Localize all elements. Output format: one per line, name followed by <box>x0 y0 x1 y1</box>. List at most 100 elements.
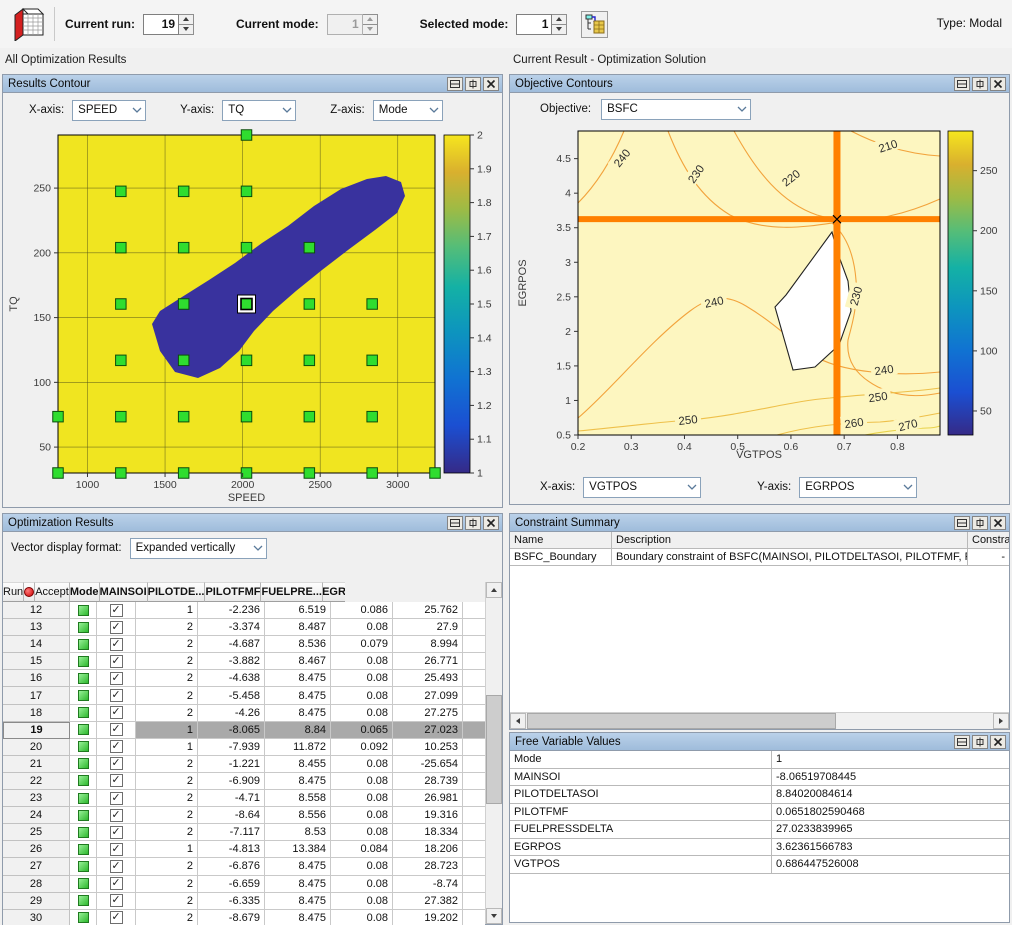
run-number-cell[interactable]: 20 <box>3 739 70 756</box>
objective-contour-chart[interactable]: 240230220210240230240250250260270 0.20.3… <box>510 125 1009 465</box>
scroll-right-icon[interactable] <box>993 713 1009 729</box>
design-point-marker[interactable] <box>304 411 315 422</box>
design-point-marker[interactable] <box>178 411 189 422</box>
undock-icon[interactable] <box>972 516 988 530</box>
accept-checkbox[interactable] <box>110 860 123 873</box>
dock-icon[interactable] <box>447 77 463 91</box>
run-number-cell[interactable]: 16 <box>3 670 70 687</box>
table-row[interactable]: 302-8.6798.4750.0819.202 <box>3 910 485 925</box>
table-row[interactable]: 282-6.6598.4750.08-8.74 <box>3 876 485 893</box>
run-number-cell[interactable]: 30 <box>3 910 70 925</box>
accept-checkbox[interactable] <box>110 774 123 787</box>
table-row[interactable]: 191-8.0658.840.06527.023 <box>3 722 485 739</box>
accept-checkbox[interactable] <box>110 894 123 907</box>
results-table-header[interactable]: Run Accept Mode MAINSOI PILOTDE... PILOT… <box>3 582 485 602</box>
accept-checkbox[interactable] <box>110 877 123 890</box>
spin-up-icon[interactable] <box>552 14 567 25</box>
design-point-marker[interactable] <box>178 299 189 310</box>
column-header-fuelpressdelta[interactable]: FUELPRE... <box>261 582 323 602</box>
accept-checkbox[interactable] <box>110 723 123 736</box>
accept-cell[interactable] <box>97 687 136 704</box>
design-point-marker[interactable] <box>367 299 378 310</box>
run-number-cell[interactable]: 14 <box>3 636 70 653</box>
design-point-marker[interactable] <box>178 242 189 253</box>
design-point-marker[interactable] <box>304 468 315 479</box>
constraint-table-header[interactable]: Name Description Constrai <box>510 532 1009 549</box>
spin-down-icon[interactable] <box>552 25 567 35</box>
table-row[interactable]: 182-4.268.4750.0827.275 <box>3 705 485 722</box>
design-point-marker[interactable] <box>116 411 127 422</box>
accept-cell[interactable] <box>97 670 136 687</box>
accept-cell[interactable] <box>97 619 136 636</box>
run-number-cell[interactable]: 23 <box>3 790 70 807</box>
design-point-marker[interactable] <box>116 242 127 253</box>
accept-cell[interactable] <box>97 705 136 722</box>
column-header-constraint[interactable]: Constrai <box>968 532 1009 549</box>
accept-cell[interactable] <box>97 773 136 790</box>
design-point-marker[interactable] <box>367 355 378 366</box>
column-header-accept[interactable]: Accept <box>35 582 70 602</box>
table-row[interactable]: 272-6.8768.4750.0828.723 <box>3 858 485 875</box>
design-point-marker[interactable] <box>178 468 189 479</box>
list-item[interactable]: MAINSOI-8.06519708445 <box>510 769 1009 787</box>
accept-cell[interactable] <box>97 807 136 824</box>
design-point-marker[interactable] <box>241 242 252 253</box>
run-number-cell[interactable]: 17 <box>3 687 70 704</box>
table-row[interactable]: BSFC_Boundary Boundary constraint of BSF… <box>510 549 1009 566</box>
table-row[interactable]: 212-1.2218.4550.08-25.654 <box>3 756 485 773</box>
accept-cell[interactable] <box>97 653 136 670</box>
table-row[interactable]: 252-7.1178.530.0818.334 <box>3 824 485 841</box>
table-row[interactable]: 222-6.9098.4750.0828.739 <box>3 773 485 790</box>
table-row[interactable]: 142-4.6878.5360.0798.994 <box>3 636 485 653</box>
column-header-mainsoi[interactable]: MAINSOI <box>100 582 148 602</box>
design-point-marker[interactable] <box>304 299 315 310</box>
design-point-marker[interactable] <box>304 355 315 366</box>
list-item[interactable]: PILOTFMF0.0651802590468 <box>510 804 1009 822</box>
current-run-spinner[interactable]: 19 <box>143 14 194 35</box>
column-header-run[interactable]: Run <box>3 582 24 602</box>
accept-checkbox[interactable] <box>110 911 123 924</box>
list-item[interactable]: EGRPOS3.62361566783 <box>510 839 1009 857</box>
accept-cell[interactable] <box>97 910 136 925</box>
accept-checkbox[interactable] <box>110 809 123 822</box>
column-header-mode[interactable]: Mode <box>70 582 100 602</box>
selected-run-marker[interactable] <box>238 295 256 313</box>
column-header-status[interactable] <box>24 582 35 602</box>
table-row[interactable]: 242-8.648.5560.0819.316 <box>3 807 485 824</box>
undock-icon[interactable] <box>465 77 481 91</box>
design-point-marker[interactable] <box>304 242 315 253</box>
accept-checkbox[interactable] <box>110 843 123 856</box>
table-row[interactable]: 162-4.6388.4750.0825.493 <box>3 670 485 687</box>
selected-mode-spinner[interactable]: 1 <box>516 14 567 35</box>
run-number-cell[interactable]: 25 <box>3 824 70 841</box>
x-axis-select[interactable]: VGTPOS <box>583 477 701 498</box>
table-row[interactable]: 232-4.718.5580.0826.981 <box>3 790 485 807</box>
accept-checkbox[interactable] <box>110 740 123 753</box>
accept-cell[interactable] <box>97 876 136 893</box>
table-row[interactable]: 201-7.93911.8720.09210.253 <box>3 739 485 756</box>
z-axis-select[interactable]: Mode <box>373 100 443 121</box>
table-row[interactable]: 261-4.81313.3840.08418.206 <box>3 841 485 858</box>
table-row[interactable]: 121-2.2366.5190.08625.762 <box>3 602 485 619</box>
accept-checkbox[interactable] <box>110 672 123 685</box>
scrollbar-thumb[interactable] <box>486 695 502 804</box>
undock-icon[interactable] <box>972 735 988 749</box>
accept-checkbox[interactable] <box>110 792 123 805</box>
list-item[interactable]: Mode1 <box>510 751 1009 769</box>
run-number-cell[interactable]: 26 <box>3 841 70 858</box>
close-icon[interactable] <box>483 77 499 91</box>
x-axis-select[interactable]: SPEED <box>72 100 146 121</box>
design-point-marker[interactable] <box>116 299 127 310</box>
design-point-marker[interactable] <box>178 186 189 197</box>
design-point-marker[interactable] <box>241 411 252 422</box>
accept-cell[interactable] <box>97 841 136 858</box>
accept-cell[interactable] <box>97 824 136 841</box>
design-point-marker[interactable] <box>430 468 441 479</box>
run-number-cell[interactable]: 24 <box>3 807 70 824</box>
table-row[interactable]: 132-3.3748.4870.0827.9 <box>3 619 485 636</box>
run-number-cell[interactable]: 12 <box>3 602 70 619</box>
horizontal-scrollbar[interactable] <box>510 712 1009 729</box>
accept-checkbox[interactable] <box>110 604 123 617</box>
close-icon[interactable] <box>990 77 1006 91</box>
accept-cell[interactable] <box>97 858 136 875</box>
